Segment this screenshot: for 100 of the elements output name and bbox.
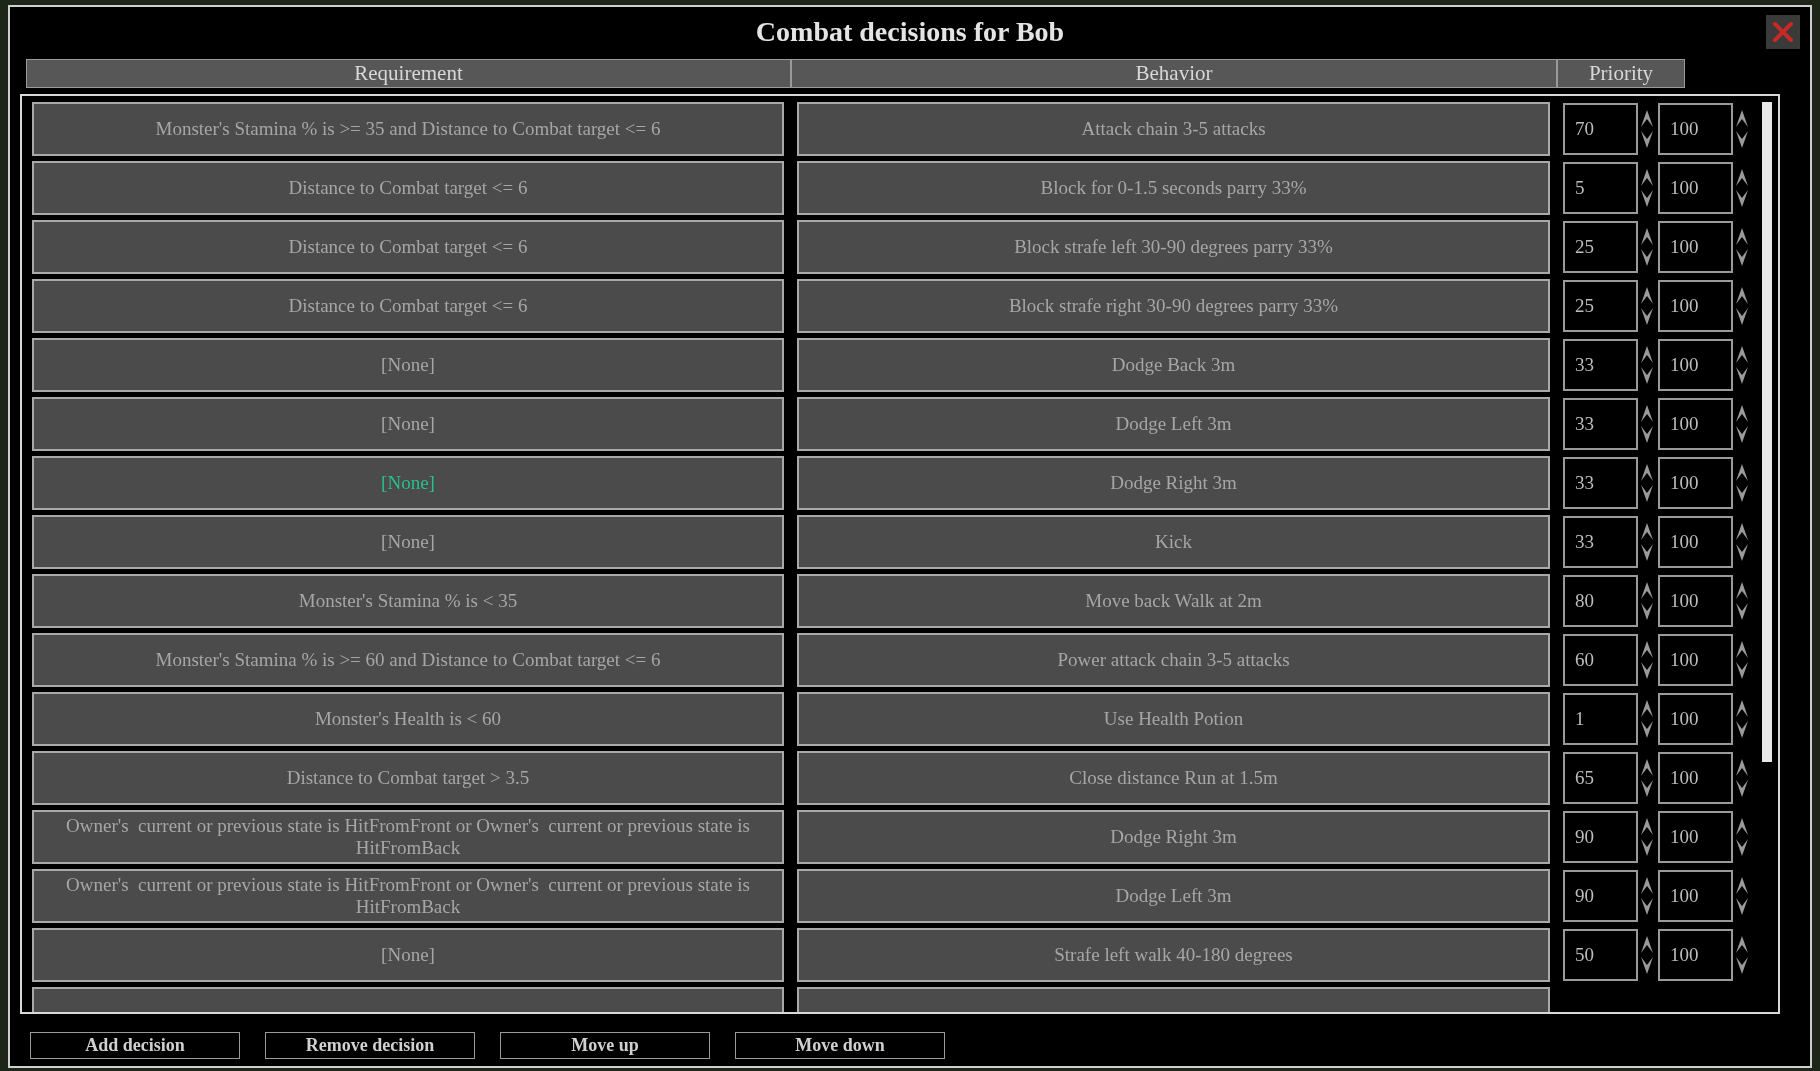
spinner-arrows-icon[interactable] <box>1735 522 1749 562</box>
priority-field[interactable]: 50 <box>1563 929 1638 981</box>
requirement-cell[interactable]: [None] <box>32 515 784 569</box>
priority-field[interactable]: 80 <box>1563 575 1638 627</box>
requirement-cell[interactable]: [None] <box>32 338 784 392</box>
column-header: Behavior <box>791 59 1557 88</box>
requirement-cell[interactable]: Monster's Stamina % is >= 60 and Distance to Combat target <= 6 <box>32 633 784 687</box>
max-value-field[interactable]: 100 <box>1658 162 1733 214</box>
behavior-cell[interactable]: Dodge Left 3m <box>797 397 1550 451</box>
spinner-arrows-icon[interactable] <box>1735 227 1749 267</box>
spinner-arrows-icon[interactable] <box>1640 286 1654 326</box>
requirement-cell[interactable]: [None] <box>32 928 784 982</box>
priority-field[interactable]: 33 <box>1563 457 1638 509</box>
spinner-arrows-icon[interactable] <box>1735 758 1749 798</box>
action-button[interactable]: Remove decision <box>265 1032 475 1059</box>
spinner-arrows-icon[interactable] <box>1640 168 1654 208</box>
priority-field[interactable]: 5 <box>1563 162 1638 214</box>
spinner-arrows-icon[interactable] <box>1735 817 1749 857</box>
spinner-arrows-icon[interactable] <box>1735 935 1749 975</box>
requirement-cell[interactable]: Owner's current or previous state is HitFromFront or Owner's current or previous state is HitFromBack <box>32 869 784 923</box>
spinner-arrows-icon[interactable] <box>1640 935 1654 975</box>
behavior-cell[interactable]: Kick <box>797 515 1550 569</box>
spinner-arrows-icon[interactable] <box>1735 109 1749 149</box>
behavior-cell[interactable]: Dodge Right 3m <box>797 456 1550 510</box>
behavior-cell[interactable]: Block for 0-1.5 seconds parry 33% <box>797 161 1550 215</box>
action-button[interactable]: Move up <box>500 1032 710 1059</box>
column-header: Requirement <box>26 59 791 88</box>
spinner-arrows-icon[interactable] <box>1735 463 1749 503</box>
requirement-cell[interactable]: Distance to Combat target > 3.5 <box>32 751 784 805</box>
close-icon <box>1772 21 1794 43</box>
priority-field[interactable]: 33 <box>1563 398 1638 450</box>
behavior-cell[interactable]: Block strafe left 30-90 degrees parry 33% <box>797 220 1550 274</box>
spinner-arrows-icon[interactable] <box>1640 522 1654 562</box>
priority-field[interactable]: 1 <box>1563 693 1638 745</box>
max-value-field[interactable]: 100 <box>1658 752 1733 804</box>
max-value-field[interactable]: 100 <box>1658 575 1733 627</box>
spinner-arrows-icon[interactable] <box>1640 109 1654 149</box>
requirement-cell[interactable]: Distance to Combat target <= 6 <box>32 279 784 333</box>
behavior-cell[interactable]: Use Health Potion <box>797 692 1550 746</box>
priority-field[interactable]: 65 <box>1563 752 1638 804</box>
spinner-arrows-icon[interactable] <box>1735 168 1749 208</box>
spinner-arrows-icon[interactable] <box>1640 227 1654 267</box>
window-title: Combat decisions for Bob <box>755 16 1065 48</box>
spinner-arrows-icon[interactable] <box>1640 581 1654 621</box>
requirement-cell[interactable]: Distance to Combat target <= 6 <box>32 161 784 215</box>
column-header: Priority <box>1557 59 1685 88</box>
priority-field[interactable]: 25 <box>1563 221 1638 273</box>
behavior-cell[interactable]: Close distance Run at 1.5m <box>797 751 1550 805</box>
requirement-cell[interactable]: [None] <box>32 456 784 510</box>
spinner-arrows-icon[interactable] <box>1640 404 1654 444</box>
spinner-arrows-icon[interactable] <box>1640 345 1654 385</box>
max-value-field[interactable]: 100 <box>1658 103 1733 155</box>
spinner-arrows-icon[interactable] <box>1640 463 1654 503</box>
scrollbar-thumb[interactable] <box>1762 102 1772 762</box>
spinner-arrows-icon[interactable] <box>1640 876 1654 916</box>
requirement-cell[interactable]: Owner's current or previous state is HitFromFront or Owner's current or previous state is HitFromBack <box>32 810 784 864</box>
requirement-cell[interactable]: [None] <box>32 397 784 451</box>
behavior-cell[interactable]: Attack chain 3-5 attacks <box>797 102 1550 156</box>
priority-field[interactable]: 70 <box>1563 103 1638 155</box>
max-value-field[interactable]: 100 <box>1658 811 1733 863</box>
spinner-arrows-icon[interactable] <box>1735 345 1749 385</box>
max-value-field[interactable]: 100 <box>1658 280 1733 332</box>
max-value-field[interactable]: 100 <box>1658 929 1733 981</box>
priority-field[interactable]: 33 <box>1563 339 1638 391</box>
requirement-cell[interactable]: Monster's Health is < 60 <box>32 692 784 746</box>
spinner-arrows-icon[interactable] <box>1640 817 1654 857</box>
spinner-arrows-icon[interactable] <box>1735 699 1749 739</box>
behavior-cell[interactable]: Dodge Right 3m <box>797 810 1550 864</box>
spinner-arrows-icon[interactable] <box>1735 581 1749 621</box>
max-value-field[interactable]: 100 <box>1658 516 1733 568</box>
requirement-cell[interactable]: Distance to Combat target <= 6 <box>32 220 784 274</box>
spinner-arrows-icon[interactable] <box>1640 640 1654 680</box>
priority-field[interactable]: 60 <box>1563 634 1638 686</box>
behavior-cell[interactable]: Dodge Left 3m <box>797 869 1550 923</box>
behavior-cell[interactable]: Strafe left walk 40-180 degrees <box>797 928 1550 982</box>
spinner-arrows-icon[interactable] <box>1640 699 1654 739</box>
max-value-field[interactable]: 100 <box>1658 634 1733 686</box>
behavior-cell[interactable]: Move back Walk at 2m <box>797 574 1550 628</box>
action-button[interactable]: Add decision <box>30 1032 240 1059</box>
max-value-field[interactable]: 100 <box>1658 221 1733 273</box>
requirement-cell[interactable]: Monster's Stamina % is >= 35 and Distance to Combat target <= 6 <box>32 102 784 156</box>
action-button[interactable]: Move down <box>735 1032 945 1059</box>
max-value-field[interactable]: 100 <box>1658 457 1733 509</box>
priority-field[interactable]: 90 <box>1563 811 1638 863</box>
behavior-cell[interactable]: Dodge Back 3m <box>797 338 1550 392</box>
priority-field[interactable]: 33 <box>1563 516 1638 568</box>
requirement-cell[interactable]: Monster's Stamina % is < 35 <box>32 574 784 628</box>
spinner-arrows-icon[interactable] <box>1735 876 1749 916</box>
behavior-cell[interactable]: Power attack chain 3-5 attacks <box>797 633 1550 687</box>
max-value-field[interactable]: 100 <box>1658 693 1733 745</box>
spinner-arrows-icon[interactable] <box>1735 404 1749 444</box>
max-value-field[interactable]: 100 <box>1658 339 1733 391</box>
spinner-arrows-icon[interactable] <box>1735 286 1749 326</box>
max-value-field[interactable]: 100 <box>1658 398 1733 450</box>
spinner-arrows-icon[interactable] <box>1640 758 1654 798</box>
spinner-arrows-icon[interactable] <box>1735 640 1749 680</box>
behavior-cell[interactable]: Block strafe right 30-90 degrees parry 33% <box>797 279 1550 333</box>
priority-field[interactable]: 25 <box>1563 280 1638 332</box>
max-value-field[interactable]: 100 <box>1658 870 1733 922</box>
priority-field[interactable]: 90 <box>1563 870 1638 922</box>
